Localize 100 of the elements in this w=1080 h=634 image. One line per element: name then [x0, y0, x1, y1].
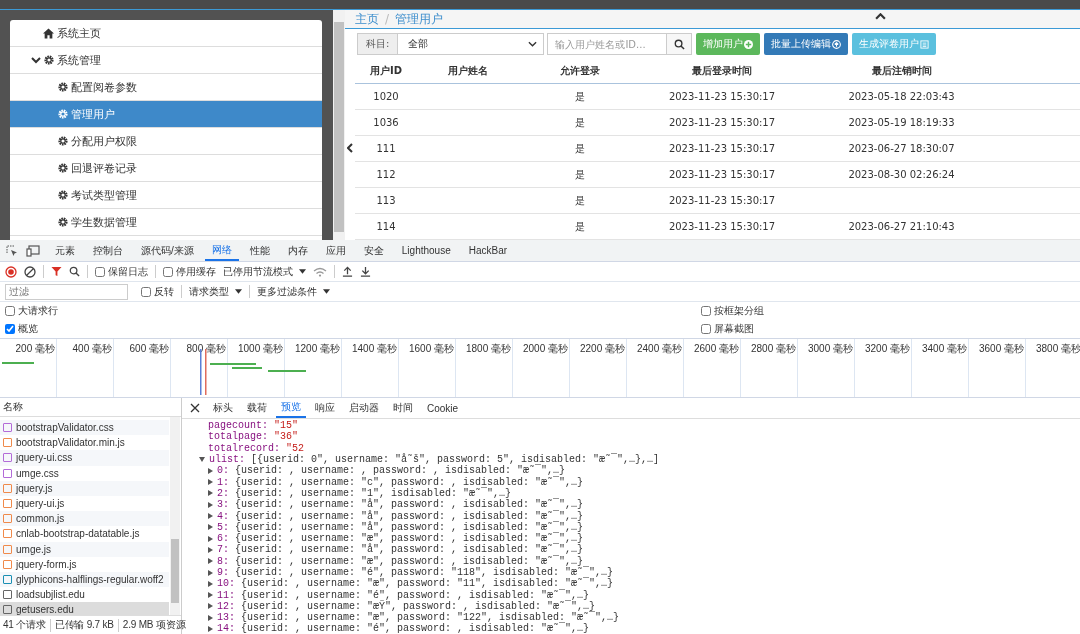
devtools-tab[interactable]: 控制台: [86, 240, 130, 261]
detail-tab[interactable]: 标头: [208, 398, 238, 418]
upload-icon[interactable]: [342, 266, 353, 277]
sidebar-item[interactable]: 考试类型管理: [10, 182, 322, 209]
throttle-dropdown[interactable]: 已停用节流模式: [223, 264, 306, 279]
expand-arrow-icon[interactable]: [208, 546, 213, 553]
request-row[interactable]: umge.css: [0, 465, 169, 481]
expand-arrow-icon[interactable]: [208, 569, 213, 576]
sidebar-item[interactable]: 分配用户权限: [10, 128, 322, 155]
subject-select[interactable]: 全部: [398, 33, 545, 55]
expand-arrow-icon[interactable]: [208, 479, 213, 486]
tick-label: 3000 毫秒: [807, 343, 853, 354]
request-row[interactable]: jquery-form.js: [0, 556, 169, 572]
expand-arrow-icon[interactable]: [208, 513, 213, 519]
request-row[interactable]: loadsubjlist.edu: [0, 587, 169, 603]
table-cell: 111: [376, 143, 396, 154]
devtools-tab[interactable]: 网络: [204, 240, 239, 261]
filter-field[interactable]: 过滤: [5, 283, 128, 300]
request-row[interactable]: jquery.js: [0, 480, 169, 496]
inspect-icon[interactable]: [6, 244, 18, 257]
request-row[interactable]: getusers.edu: [0, 602, 169, 615]
devtools-tab[interactable]: 元素: [48, 240, 82, 261]
json-line: pagecount: "15": [208, 420, 299, 432]
scrollbar[interactable]: [333, 10, 345, 240]
disable-cache-checkbox[interactable]: [163, 266, 173, 277]
clear-icon[interactable]: [24, 265, 36, 278]
close-icon[interactable]: [190, 403, 200, 413]
search-icon[interactable]: [69, 266, 80, 277]
devtools-tab[interactable]: 性能: [242, 240, 277, 261]
request-row[interactable]: bootstrapValidator.css: [0, 420, 169, 436]
detail-tab[interactable]: 时间: [388, 398, 418, 418]
expand-arrow-icon[interactable]: [208, 524, 213, 531]
option-checkbox[interactable]: [5, 306, 15, 316]
sidebar-item[interactable]: 回退评卷记录: [10, 155, 322, 182]
request-row[interactable]: cnlab-bootstrap-datatable.js: [0, 526, 169, 542]
option-checkbox[interactable]: [701, 324, 711, 334]
expand-arrow-icon[interactable]: [199, 457, 205, 463]
filter-icon[interactable]: [51, 266, 62, 277]
expand-arrow-icon[interactable]: [208, 558, 213, 565]
devtools-tab[interactable]: HackBar: [461, 240, 515, 261]
request-row[interactable]: jquery-ui.js: [0, 495, 169, 512]
chevron-left-icon[interactable]: [347, 143, 353, 153]
wifi-icon[interactable]: [313, 266, 327, 277]
column-header[interactable]: 允许登录: [560, 65, 600, 76]
sidebar-item[interactable]: 管理用户: [10, 101, 322, 128]
column-header[interactable]: 用户姓名: [448, 65, 488, 76]
status-text: 已传输 9.7 kB: [54, 618, 114, 632]
record-icon[interactable]: [5, 265, 17, 278]
download-icon[interactable]: [360, 266, 371, 277]
search-button[interactable]: [667, 33, 693, 55]
request-row[interactable]: umge.js: [0, 541, 169, 557]
invert-checkbox[interactable]: [141, 286, 151, 297]
more-filters-dropdown[interactable]: 更多过滤条件: [257, 284, 330, 299]
request-row[interactable]: bootstrapValidator.min.js: [0, 435, 169, 451]
expand-arrow-icon[interactable]: [208, 490, 213, 497]
detail-tab[interactable]: 预览: [276, 398, 306, 418]
json-line: 3: {userid: , username: "å", password: , isdisabled: "æ˜¯",…}: [217, 499, 584, 511]
expand-arrow-icon[interactable]: [208, 614, 213, 621]
detail-tab[interactable]: 启动器: [344, 398, 384, 418]
checkbox-label: 反转: [154, 284, 174, 299]
status-text: 2.9 MB 项资源: [122, 618, 186, 632]
column-header[interactable]: 用户ID: [370, 65, 402, 76]
tick-label: 1200 毫秒: [294, 343, 340, 354]
chevron-up-icon[interactable]: [875, 13, 886, 20]
option-checkbox[interactable]: [5, 324, 15, 334]
request-row[interactable]: glyphicons-halflings-regular.woff2: [0, 571, 169, 588]
sidebar-item[interactable]: 学生数据管理: [10, 209, 322, 236]
devtools-tab[interactable]: 内存: [280, 240, 315, 261]
breadcrumb-link[interactable]: 主页: [355, 10, 379, 28]
search-field[interactable]: 输入用户姓名或ID...: [547, 33, 668, 55]
detail-tab[interactable]: Cookie: [422, 398, 464, 418]
devtools-tab[interactable]: 安全: [356, 240, 391, 261]
devtools-tab[interactable]: 源代码/来源: [134, 240, 201, 261]
expand-arrow-icon[interactable]: [208, 626, 213, 632]
expand-arrow-icon[interactable]: [208, 592, 213, 599]
sidebar-item[interactable]: 系统管理: [10, 47, 322, 74]
request-row[interactable]: jquery-ui.css: [0, 450, 169, 466]
action-button[interactable]: 批量上传编辑: [764, 33, 849, 55]
expand-arrow-icon[interactable]: [208, 580, 213, 587]
column-header[interactable]: 最后注销时间: [871, 65, 932, 76]
device-icon[interactable]: [26, 244, 40, 257]
json-line: 4: {userid: , username: "å", password: , isdisabled: "æ˜¯",…}: [217, 510, 584, 522]
detail-tab[interactable]: 响应: [310, 398, 340, 418]
scrollbar[interactable]: [170, 417, 180, 615]
tick-label: 2200 毫秒: [579, 343, 625, 354]
json-line: 14: {userid: , username: "é", password: , isdisabled: "æ˜¯",…}: [217, 623, 590, 634]
option-checkbox[interactable]: [701, 306, 711, 316]
preserve-log-checkbox[interactable]: [95, 266, 105, 277]
expand-arrow-icon[interactable]: [208, 535, 213, 542]
request-type-dropdown[interactable]: 请求类型: [189, 284, 242, 299]
devtools-tab[interactable]: 应用: [318, 240, 353, 261]
request-row[interactable]: common.js: [0, 511, 169, 527]
expand-arrow-icon[interactable]: [208, 603, 213, 610]
column-header[interactable]: 最后登录时间: [692, 65, 752, 76]
devtools-tab[interactable]: Lighthouse: [394, 240, 458, 261]
column-header[interactable]: 名称: [3, 400, 23, 414]
expand-arrow-icon[interactable]: [208, 467, 213, 474]
detail-tab[interactable]: 载荷: [242, 398, 272, 418]
sidebar-item[interactable]: 系统主页: [10, 20, 322, 47]
expand-arrow-icon[interactable]: [208, 501, 213, 508]
